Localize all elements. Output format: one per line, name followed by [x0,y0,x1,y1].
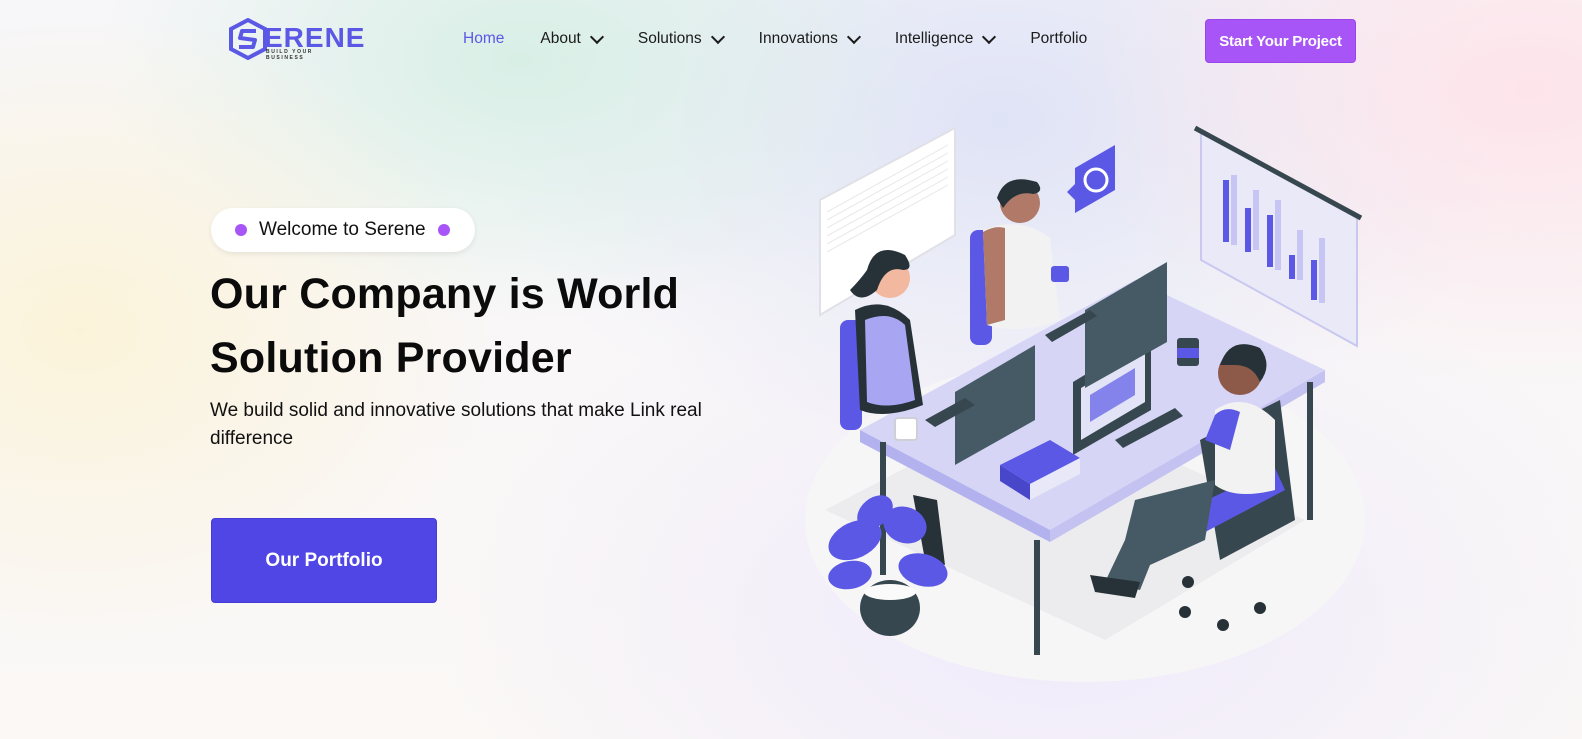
nav-solutions[interactable]: Solutions [637,29,725,48]
chevron-down-icon [589,29,604,44]
welcome-badge-text: Welcome to Serene [259,219,426,240]
chevron-down-icon [982,29,997,44]
hero-headline-line1: Our Company is World [210,270,680,318]
logo-hex-icon [229,18,267,60]
hero-subtitle: We build solid and innovative solutions … [210,400,702,449]
brand-logo[interactable]: ERENE BUILD YOUR BUSINESS [228,18,364,61]
top-navbar: ERENE BUILD YOUR BUSINESS Home About Sol… [0,0,1582,80]
badge-dot-icon [437,224,450,236]
welcome-badge: Welcome to Serene [211,208,475,252]
badge-dot-icon [235,224,247,236]
start-project-button[interactable]: Start Your Project [1205,19,1356,63]
nav-home[interactable]: Home [463,30,504,48]
hero-headline: Our Company is World Solution Provider [210,262,750,390]
nav-innovations-label: Innovations [758,30,838,47]
nav-portfolio-label: Portfolio [1030,30,1088,47]
hero-headline-line2: Solution Provider [210,334,572,382]
nav-about[interactable]: About [540,29,604,48]
nav-home-label: Home [463,30,505,47]
chevron-down-icon [710,29,725,44]
main-menu: Home About Solutions Innovations Intelli… [463,29,1123,48]
chevron-down-icon [846,29,861,44]
office-team-illustration [805,125,1365,682]
our-portfolio-button[interactable]: Our Portfolio [211,518,437,603]
logo-tagline: BUILD YOUR BUSINESS [266,49,314,61]
nav-intelligence[interactable]: Intelligence [894,29,997,48]
nav-about-label: About [540,30,581,47]
nav-innovations[interactable]: Innovations [758,29,861,48]
nav-solutions-label: Solutions [637,30,702,47]
nav-portfolio[interactable]: Portfolio [1030,30,1087,48]
nav-intelligence-label: Intelligence [894,30,974,47]
